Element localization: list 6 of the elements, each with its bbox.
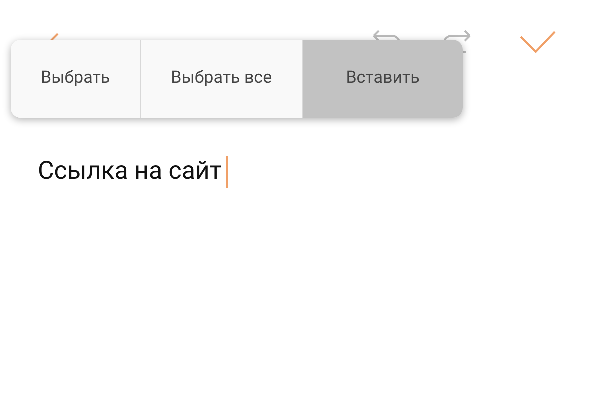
menu-item[interactable]: Выбрать все (140, 40, 302, 118)
text-cursor (226, 156, 228, 188)
menu-item[interactable]: Вставить (302, 40, 463, 118)
text-editor[interactable]: Ссылка на сайт (38, 154, 600, 190)
editor-text: Ссылка на сайт (38, 156, 222, 188)
menu-item[interactable]: Выбрать (11, 40, 140, 118)
